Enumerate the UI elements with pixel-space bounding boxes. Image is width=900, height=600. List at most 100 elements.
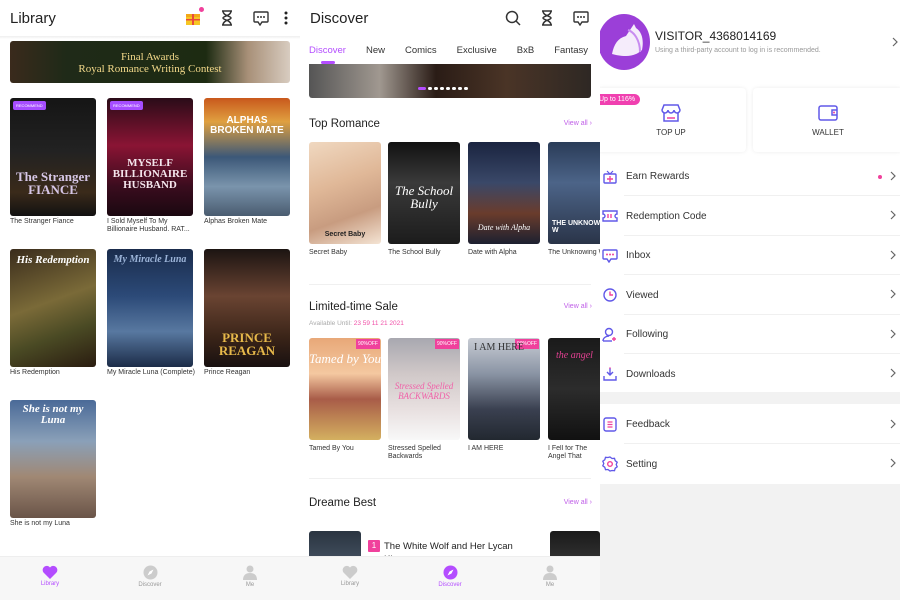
book-cover[interactable]: 90%OFF I AM HERE — [468, 338, 540, 440]
book-cover[interactable]: the angel — [548, 338, 600, 440]
more-icon[interactable] — [282, 9, 290, 27]
book-cover[interactable]: Secret Baby — [309, 142, 381, 244]
notification-dot — [878, 174, 882, 179]
book-title[interactable]: His Redemption — [10, 369, 100, 377]
discover-screen: Discover Discover New Comics Exclusive B… — [300, 0, 600, 600]
menu-item-feedback[interactable]: Feedback — [600, 405, 900, 444]
menu-item-viewed[interactable]: Viewed — [600, 276, 900, 315]
menu-item-earn-rewards[interactable]: Earn Rewards — [600, 157, 900, 196]
menu-item-setting[interactable]: Setting — [600, 445, 900, 484]
nav-library[interactable]: Library — [300, 557, 400, 600]
book-title[interactable]: I Fell for The Angel That Killed Me — [548, 445, 600, 461]
book-title[interactable]: My Miracle Luna (Complete) — [107, 369, 197, 377]
carousel-dot[interactable] — [452, 87, 456, 90]
menu-item-label: Earn Rewards — [626, 171, 690, 182]
compass-icon — [443, 565, 457, 580]
section-divider — [309, 284, 591, 285]
carousel-dot[interactable] — [440, 87, 444, 90]
chevron-right-icon: › — [589, 303, 592, 310]
chevron-right-icon: › — [589, 499, 592, 506]
book-cover[interactable]: 90%OFF Tamed by You — [309, 338, 381, 440]
banner-line2: Royal Romance Writing Contest — [78, 63, 222, 75]
book-title[interactable]: Secret Baby — [309, 249, 383, 257]
chevron-right-icon — [890, 365, 896, 383]
login-hint: Using a third-party account to log in is… — [655, 47, 821, 54]
store-icon — [661, 103, 681, 122]
me-screen: VISITOR_4368014169 Using a third-party a… — [600, 0, 900, 600]
message-icon[interactable] — [252, 9, 270, 27]
gear-icon — [600, 456, 622, 472]
book-cover[interactable]: ALPHAS BROKEN MATE — [204, 98, 290, 216]
carousel-dot[interactable] — [446, 87, 450, 90]
library-screen: Library Final Awards Royal Romance Writi… — [0, 0, 300, 600]
book-title[interactable]: Stressed Spelled Backwards — [388, 445, 462, 461]
book-title[interactable]: I AM HERE — [468, 445, 542, 453]
book-title[interactable]: She is not my Luna — [10, 520, 100, 528]
book-title[interactable]: The Stranger Fiance — [10, 218, 100, 226]
view-all-link[interactable]: View all › — [564, 499, 592, 506]
view-all-link[interactable]: View all › — [564, 303, 592, 310]
nav-discover[interactable]: Discover — [400, 557, 500, 600]
carousel-indicator — [418, 87, 468, 90]
menu-item-following[interactable]: Following — [600, 315, 900, 354]
book-cover[interactable]: The School Bully — [388, 142, 460, 244]
book-cover[interactable]: Date with Alpha — [468, 142, 540, 244]
following-icon — [600, 327, 622, 342]
nav-me[interactable]: Me — [200, 557, 300, 600]
chevron-right-icon — [890, 207, 896, 225]
book-cover[interactable]: PRINCE REAGAN — [204, 249, 290, 367]
nav-discover[interactable]: Discover — [100, 557, 200, 600]
book-title[interactable]: Prince Reagan — [204, 369, 294, 377]
message-icon[interactable] — [572, 9, 590, 27]
book-cover[interactable]: 90%OFF Stressed Spelled BACKWARDS — [388, 338, 460, 440]
gift-icon[interactable] — [184, 7, 204, 27]
section-heading: Limited-time Sale — [309, 301, 398, 313]
chevron-right-icon — [890, 416, 896, 434]
carousel-dot[interactable] — [434, 87, 438, 90]
page-title: Library — [10, 9, 56, 27]
book-title[interactable]: Alphas Broken Mate — [204, 218, 294, 226]
recommend-badge: RECOMMEND — [13, 101, 46, 110]
book-cover[interactable]: His Redemption — [10, 249, 96, 367]
section-heading: Top Romance — [309, 118, 380, 130]
tab-exclusive[interactable]: Exclusive — [457, 45, 497, 56]
notification-dot — [199, 7, 204, 12]
avatar[interactable] — [600, 14, 650, 70]
carousel-banner[interactable] — [309, 64, 591, 98]
tab-comics[interactable]: Comics — [405, 45, 437, 56]
carousel-dot[interactable] — [458, 87, 462, 90]
tab-bxb[interactable]: BxB — [517, 45, 534, 56]
book-title[interactable]: I Sold Myself To My Billionaire Husband.… — [107, 218, 197, 234]
book-cover[interactable]: She is not my Luna — [10, 400, 96, 518]
book-cover[interactable]: THE UNKNOWING W — [548, 142, 600, 244]
hourglass-icon[interactable] — [538, 9, 556, 27]
book-title[interactable]: The School Bully — [388, 249, 462, 257]
recommend-badge: RECOMMEND — [110, 101, 143, 110]
wallet-button[interactable]: WALLET — [753, 88, 900, 152]
tab-fantasy[interactable]: Fantasy — [554, 45, 588, 56]
book-title[interactable]: The Unknowing W — [548, 249, 600, 257]
book-title[interactable]: Date with Alpha — [468, 249, 542, 257]
tab-discover[interactable]: Discover — [309, 45, 346, 64]
carousel-dot[interactable] — [464, 87, 468, 90]
view-all-link[interactable]: View all › — [564, 120, 592, 127]
carousel-dot[interactable] — [418, 87, 426, 90]
search-icon[interactable] — [504, 9, 522, 27]
book-cover[interactable]: My Miracle Luna — [107, 249, 193, 367]
menu-item-downloads[interactable]: Downloads — [600, 355, 900, 394]
book-cover[interactable]: RECOMMEND MYSELF BILLIONAIRE HUSBAND — [107, 98, 193, 216]
chevron-right-icon — [890, 286, 896, 304]
menu-item-label: Inbox — [626, 250, 651, 261]
nav-me[interactable]: Me — [500, 557, 600, 600]
tab-new[interactable]: New — [366, 45, 385, 56]
chevron-right-icon — [890, 326, 896, 344]
contest-banner[interactable]: Final Awards Royal Romance Writing Conte… — [10, 41, 290, 83]
book-title[interactable]: Tamed By You — [309, 445, 383, 453]
menu-item-redemption-code[interactable]: Redemption Code — [600, 197, 900, 236]
menu-item-inbox[interactable]: Inbox — [600, 236, 900, 275]
hourglass-icon[interactable] — [218, 9, 236, 27]
carousel-dot[interactable] — [428, 87, 432, 90]
nav-library[interactable]: Library — [0, 557, 100, 600]
book-cover[interactable]: RECOMMEND The Stranger FIANCE — [10, 98, 96, 216]
chevron-right-icon[interactable] — [892, 34, 898, 52]
